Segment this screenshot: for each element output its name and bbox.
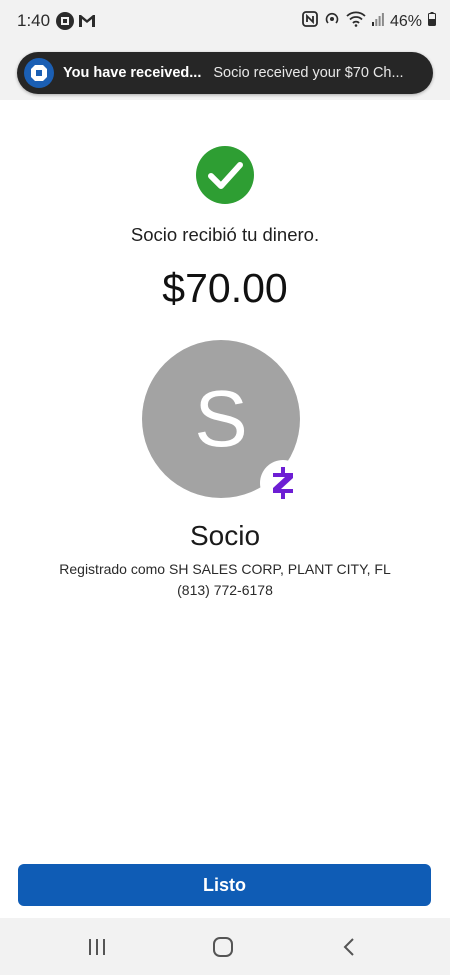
chase-icon <box>24 58 54 88</box>
recent-apps-icon[interactable] <box>82 935 112 959</box>
battery-icon <box>428 12 436 31</box>
done-button[interactable]: Listo <box>18 864 431 906</box>
navigation-bar <box>0 918 450 975</box>
notification-banner[interactable]: You have received... Socio received your… <box>17 52 433 94</box>
avatar-initial: S <box>194 374 248 463</box>
registered-as: Registrado como SH SALES CORP, PLANT CIT… <box>59 561 391 577</box>
status-left-icons <box>56 12 96 35</box>
status-time: 1:40 <box>17 11 51 30</box>
signal-icon <box>371 12 384 31</box>
status-bar: 1:40 46% <box>0 0 450 44</box>
home-icon[interactable] <box>208 935 238 959</box>
checkmark-icon <box>196 146 254 204</box>
zelle-icon <box>260 460 306 506</box>
back-icon[interactable] <box>334 935 364 959</box>
battery-percent: 46% <box>389 12 422 30</box>
chase-icon <box>56 12 74 35</box>
notification-title: You have received... <box>63 65 202 81</box>
recipient-phone: (813) 772-6178 <box>177 582 273 598</box>
confirmation-message: Socio recibió tu dinero. <box>130 224 320 245</box>
nfc-icon <box>302 11 318 32</box>
status-right-icons: 46% <box>302 11 436 32</box>
hotspot-icon <box>324 11 340 32</box>
notification-body: Socio received your $70 Ch... <box>213 65 404 81</box>
recipient-name: Socio <box>189 520 261 551</box>
amount-sent: $70.00 <box>162 265 288 311</box>
wifi-icon <box>346 11 366 32</box>
gmail-icon <box>78 13 96 34</box>
